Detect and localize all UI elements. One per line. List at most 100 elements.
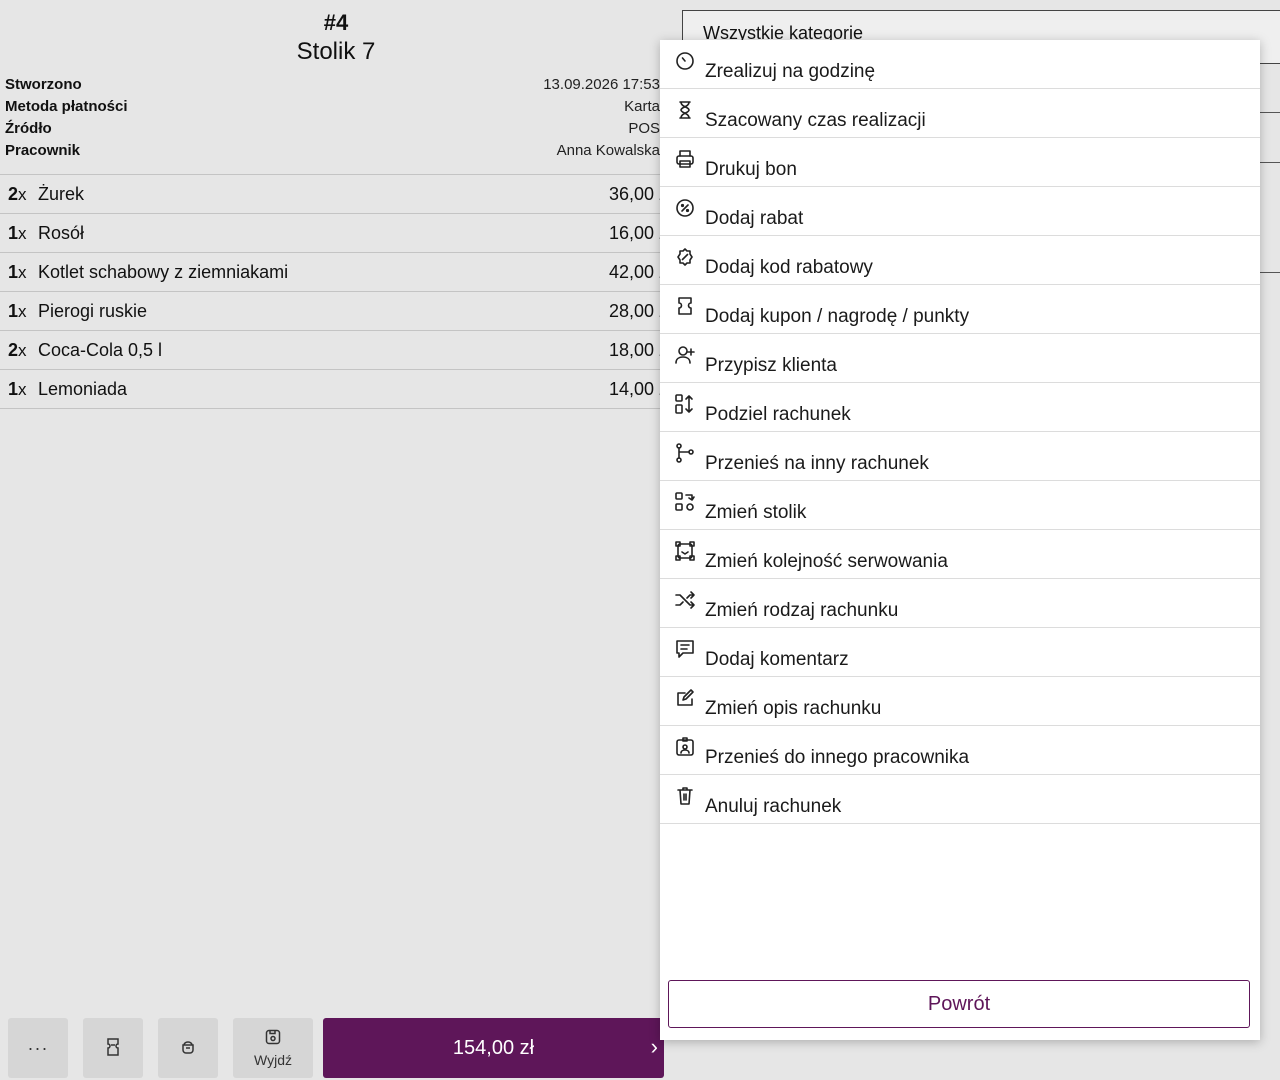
menu-item-change-bill-description[interactable]: Zmień opis rachunku (660, 677, 1260, 726)
menu-item-label: Przenieś na inny rachunek (705, 453, 929, 474)
item-quantity: 2x (8, 340, 27, 360)
menu-item-split-bill[interactable]: Podziel rachunek (660, 383, 1260, 432)
meta-label: Źródło (5, 120, 52, 137)
total-amount: 154,00 zł (452, 1036, 535, 1059)
menu-item-change-serving-order[interactable]: Zmień kolejność serwowania (660, 530, 1260, 579)
order-item[interactable]: 1x Lemoniada 14,00 zł (0, 370, 672, 409)
swap-table-icon (674, 491, 696, 513)
user-plus-icon (674, 344, 696, 366)
menu-item-label: Zrealizuj na godzinę (705, 61, 876, 82)
meta-row-employee: Pracownik Anna Kowalska (5, 140, 660, 162)
divider (1260, 272, 1280, 273)
order-item[interactable]: 1x Kotlet schabowy z ziemniakami 42,00 z… (0, 253, 672, 292)
clock-icon (674, 50, 696, 72)
save-icon (265, 1029, 281, 1048)
chevron-right-icon: › (650, 1034, 658, 1059)
menu-item-label: Zmień opis rachunku (705, 698, 882, 719)
menu-item-change-bill-type[interactable]: Zmień rodzaj rachunku (660, 579, 1260, 628)
discount-icon (674, 197, 696, 219)
order-meta: Stworzono 13.09.2026 17:53 Metoda płatno… (5, 74, 660, 162)
coupon-button[interactable] (83, 1018, 143, 1078)
coupon-icon (674, 295, 696, 317)
order-item[interactable]: 2x Żurek 36,00 zł (0, 175, 672, 214)
menu-item-print-ticket[interactable]: Drukuj bon (660, 138, 1260, 187)
divider (1260, 112, 1280, 113)
menu-item-label: Dodaj rabat (705, 208, 804, 229)
order-item[interactable]: 1x Rosół 16,00 zł (0, 214, 672, 253)
hourglass-icon (674, 99, 696, 121)
exit-label: Wyjdź (254, 1051, 292, 1068)
menu-item-label: Przypisz klienta (705, 355, 837, 376)
menu-item-add-comment[interactable]: Dodaj komentarz (660, 628, 1260, 677)
menu-item-label: Zmień rodzaj rachunku (705, 600, 899, 621)
menu-item-add-discount[interactable]: Dodaj rabat (660, 187, 1260, 236)
item-name: Pierogi ruskie (38, 301, 148, 321)
order-sequence-icon (674, 540, 696, 562)
item-name: Coca-Cola 0,5 l (38, 340, 163, 360)
menu-item-schedule[interactable]: Zrealizuj na godzinę (660, 40, 1260, 89)
meta-value: POS (628, 120, 660, 137)
divider (1260, 162, 1280, 163)
menu-item-label: Dodaj kod rabatowy (705, 257, 873, 278)
order-item[interactable]: 1x Pierogi ruskie 28,00 zł (0, 292, 672, 331)
meta-value: 13.09.2026 17:53 (543, 76, 660, 93)
item-quantity: 1x (8, 262, 27, 282)
menu-item-label: Szacowany czas realizacji (705, 110, 926, 131)
menu-item-cancel-bill[interactable]: Anuluj rachunek (660, 775, 1260, 824)
menu-item-label: Zmień kolejność serwowania (705, 551, 948, 572)
meta-label: Pracownik (5, 142, 81, 159)
meta-row-payment-method: Metoda płatności Karta (5, 96, 660, 118)
menu-item-label: Dodaj kupon / nagrodę / punkty (705, 306, 970, 327)
menu-item-label: Drukuj bon (705, 159, 797, 180)
kitchen-button[interactable] (158, 1018, 218, 1078)
edit-note-icon (674, 687, 696, 709)
item-quantity: 1x (8, 223, 27, 243)
trash-icon (674, 785, 696, 807)
exit-button[interactable]: Wyjdź (233, 1018, 313, 1078)
comment-icon (674, 638, 696, 660)
employee-badge-icon (674, 736, 696, 758)
menu-item-add-discount-code[interactable]: Dodaj kod rabatowy (660, 236, 1260, 285)
split-icon (674, 393, 696, 415)
order-number: #4 (323, 10, 349, 35)
more-icon: ··· (27, 1037, 49, 1058)
meta-value: Karta (624, 98, 660, 115)
item-quantity: 1x (8, 379, 27, 399)
menu-item-label: Anuluj rachunek (705, 796, 842, 817)
pay-button[interactable]: 154,00 zł › (323, 1018, 664, 1078)
meta-row-source: Źródło POS (5, 118, 660, 140)
menu-item-add-coupon[interactable]: Dodaj kupon / nagrodę / punkty (660, 285, 1260, 334)
item-name: Żurek (38, 184, 85, 204)
meta-value: Anna Kowalska (556, 142, 660, 159)
cooking-pot-icon (180, 1039, 196, 1058)
menu-item-label: Podziel rachunek (705, 404, 851, 425)
order-actions-menu: Zrealizuj na godzinę Szacowany czas real… (660, 40, 1260, 1040)
order-table-name: Stolik 7 (296, 38, 376, 65)
menu-item-label: Przenieś do innego pracownika (705, 747, 970, 768)
menu-item-label: Dodaj komentarz (705, 649, 849, 670)
item-quantity: 1x (8, 301, 27, 321)
menu-item-move-to-employee[interactable]: Przenieś do innego pracownika (660, 726, 1260, 775)
item-name: Kotlet schabowy z ziemniakami (38, 262, 289, 282)
order-items-list: 2x Żurek 36,00 zł 1x Rosół 16,00 zł 1x K… (0, 174, 672, 409)
order-panel: #4 Stolik 7 Stworzono 13.09.2026 17:53 M… (0, 0, 672, 1080)
menu-item-estimated-time[interactable]: Szacowany czas realizacji (660, 89, 1260, 138)
shuffle-icon (674, 589, 696, 611)
item-name: Lemoniada (38, 379, 128, 399)
menu-item-label: Zmień stolik (705, 502, 807, 523)
item-quantity: 2x (8, 184, 27, 204)
meta-row-created: Stworzono 13.09.2026 17:53 (5, 74, 660, 96)
meta-label: Metoda płatności (5, 98, 128, 115)
back-button[interactable]: Powrót (668, 980, 1250, 1028)
menu-item-assign-customer[interactable]: Przypisz klienta (660, 334, 1260, 383)
more-options-button[interactable]: ··· (8, 1018, 68, 1078)
menu-item-change-table[interactable]: Zmień stolik (660, 481, 1260, 530)
git-branch-icon (674, 442, 696, 464)
coupon-icon (105, 1037, 121, 1059)
item-name: Rosół (38, 223, 85, 243)
printer-icon (674, 148, 696, 170)
discount-code-icon (674, 246, 696, 268)
order-item[interactable]: 2x Coca-Cola 0,5 l 18,00 zł (0, 331, 672, 370)
menu-item-move-to-other-bill[interactable]: Przenieś na inny rachunek (660, 432, 1260, 481)
meta-label: Stworzono (5, 76, 82, 93)
